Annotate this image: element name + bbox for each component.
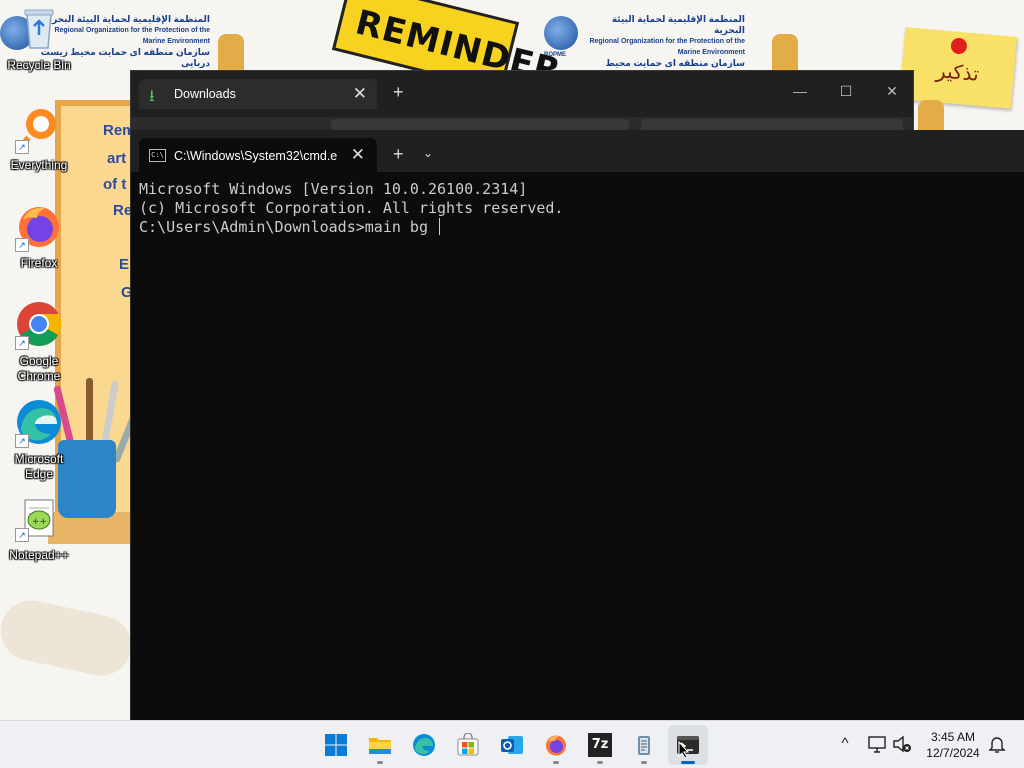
volume-muted-icon[interactable] xyxy=(891,733,913,755)
explorer-tab-label: Downloads xyxy=(174,87,236,101)
taskbar-outlook[interactable] xyxy=(492,725,532,765)
clock-time: 3:45 AM xyxy=(930,730,976,744)
minimize-button[interactable]: — xyxy=(777,77,823,105)
shortcut-arrow-icon: ↗ xyxy=(15,434,29,448)
file-explorer-icon xyxy=(369,738,391,754)
terminal-output[interactable]: Microsoft Windows [Version 10.0.26100.23… xyxy=(139,180,1016,237)
notepad-icon xyxy=(638,736,650,755)
terminal-titlebar[interactable]: C:\ C:\Windows\System32\cmd.e ✕ + ⌄ xyxy=(131,130,1024,172)
terminal-line: Microsoft Windows [Version 10.0.26100.23… xyxy=(139,180,528,198)
taskbar-edge[interactable] xyxy=(404,725,444,765)
desktop-icon-label: Google Chrome xyxy=(17,354,61,383)
store-icon xyxy=(457,733,479,756)
running-indicator xyxy=(597,761,603,764)
desktop-icon-recycle-bin[interactable]: Recycle Bin xyxy=(0,6,78,73)
terminal-tab-cmd[interactable]: C:\ C:\Windows\System32\cmd.e ✕ xyxy=(139,138,377,172)
wallpaper-scroll xyxy=(0,594,137,682)
maximize-button[interactable]: ☐ xyxy=(823,77,869,105)
notepad-plus-plus-icon: ++ ↗ xyxy=(15,496,63,542)
terminal-line: (c) Microsoft Corporation. All rights re… xyxy=(139,199,564,217)
close-tab-icon[interactable]: ✕ xyxy=(351,145,365,165)
shortcut-arrow-icon: ↗ xyxy=(15,336,29,350)
pin-icon xyxy=(950,37,968,55)
show-hidden-icons-chevron-icon[interactable]: ^ xyxy=(834,733,856,755)
everything-search-icon: ↗ xyxy=(15,104,63,154)
terminal-window[interactable]: C:\ C:\Windows\System32\cmd.e ✕ + ⌄ Micr… xyxy=(130,130,1024,720)
paintbrush xyxy=(86,378,93,448)
desktop-icon-firefox[interactable]: ↗ Firefox xyxy=(0,202,78,271)
shortcut-arrow-icon: ↗ xyxy=(15,528,29,542)
recycle-bin-icon xyxy=(15,6,63,50)
chevron-down-icon[interactable]: ⌄ xyxy=(423,146,433,160)
desktop-icon-microsoft-edge[interactable]: ↗ Microsoft Edge xyxy=(0,398,78,482)
terminal-tab-label: C:\Windows\System32\cmd.e xyxy=(174,149,338,163)
firefox-icon: ↗ xyxy=(15,202,63,252)
taskbar-start-button[interactable] xyxy=(316,725,356,765)
globe-icon xyxy=(544,16,578,50)
download-icon: ⭳ xyxy=(149,88,155,105)
desktop-icon-everything[interactable]: ↗ Everything xyxy=(0,104,78,173)
sticky-note-text: تذكير xyxy=(935,60,980,86)
board-text: of t xyxy=(103,176,127,193)
explorer-tab-downloads[interactable]: ⭳ Downloads ✕ xyxy=(139,79,377,109)
mouse-cursor-icon xyxy=(678,741,690,759)
desktop-icon-label: Notepad++ xyxy=(9,548,69,562)
taskbar: 7z ^ 3:45 AM 12/7/2024 xyxy=(0,720,1024,768)
text-cursor xyxy=(439,218,441,235)
taskbar-notepad[interactable] xyxy=(624,725,664,765)
active-indicator xyxy=(681,761,695,764)
board-text: E xyxy=(119,256,130,273)
cmd-icon: C:\ xyxy=(149,149,166,162)
clock-date: 12/7/2024 xyxy=(926,746,980,760)
desktop-icon-label: Firefox xyxy=(20,256,58,270)
board-text: art xyxy=(107,150,127,167)
desktop-icon-label: Recycle Bin xyxy=(7,58,71,72)
taskbar-store[interactable] xyxy=(448,725,488,765)
taskbar-clock[interactable]: 3:45 AM 12/7/2024 xyxy=(918,729,988,761)
new-tab-button[interactable]: + xyxy=(393,144,404,165)
desktop-screen: المنظمة الإقليمية لحماية البيئة البحرية … xyxy=(0,0,1024,768)
outlook-icon xyxy=(501,736,523,754)
windows-start-icon xyxy=(325,734,347,756)
desktop-icon-notepad-plus-plus[interactable]: ++ ↗ Notepad++ xyxy=(0,496,78,563)
edge-icon: ↗ xyxy=(15,398,63,448)
sticky-note: تذكير xyxy=(899,27,1017,109)
running-indicator xyxy=(641,761,647,764)
running-indicator xyxy=(377,761,383,764)
shortcut-arrow-icon: ↗ xyxy=(15,238,29,252)
new-tab-button[interactable]: + xyxy=(393,82,404,103)
taskbar-file-explorer[interactable] xyxy=(360,725,400,765)
terminal-prompt-line[interactable]: C:\Users\Admin\Downloads>main bg xyxy=(139,218,1016,237)
chrome-icon: ↗ xyxy=(15,300,63,350)
notification-bell-icon[interactable] xyxy=(986,733,1008,755)
svg-text:++: ++ xyxy=(32,517,47,527)
logo-text-arabic: المنظمة الإقليمية لحماية البيئة البحرية xyxy=(611,14,745,35)
desktop-icon-label: Everything xyxy=(10,158,68,172)
close-window-button[interactable]: ✕ xyxy=(869,77,915,105)
edge-icon xyxy=(413,734,435,756)
terminal-prompt: C:\Users\Admin\Downloads>main bg xyxy=(139,218,438,236)
running-indicator xyxy=(553,761,559,764)
desktop-icon-label: Microsoft Edge xyxy=(14,452,64,481)
logo-text-english: Regional Organization for the Protection… xyxy=(589,38,745,56)
firefox-icon xyxy=(546,735,566,756)
taskbar-7zip[interactable]: 7z xyxy=(580,725,620,765)
7zip-icon: 7z xyxy=(588,733,612,757)
close-tab-icon[interactable]: ✕ xyxy=(353,84,367,104)
network-icon[interactable] xyxy=(866,733,888,755)
desktop-icon-google-chrome[interactable]: ↗ Google Chrome xyxy=(0,300,78,384)
taskbar-firefox[interactable] xyxy=(536,725,576,765)
shortcut-arrow-icon: ↗ xyxy=(15,140,29,154)
